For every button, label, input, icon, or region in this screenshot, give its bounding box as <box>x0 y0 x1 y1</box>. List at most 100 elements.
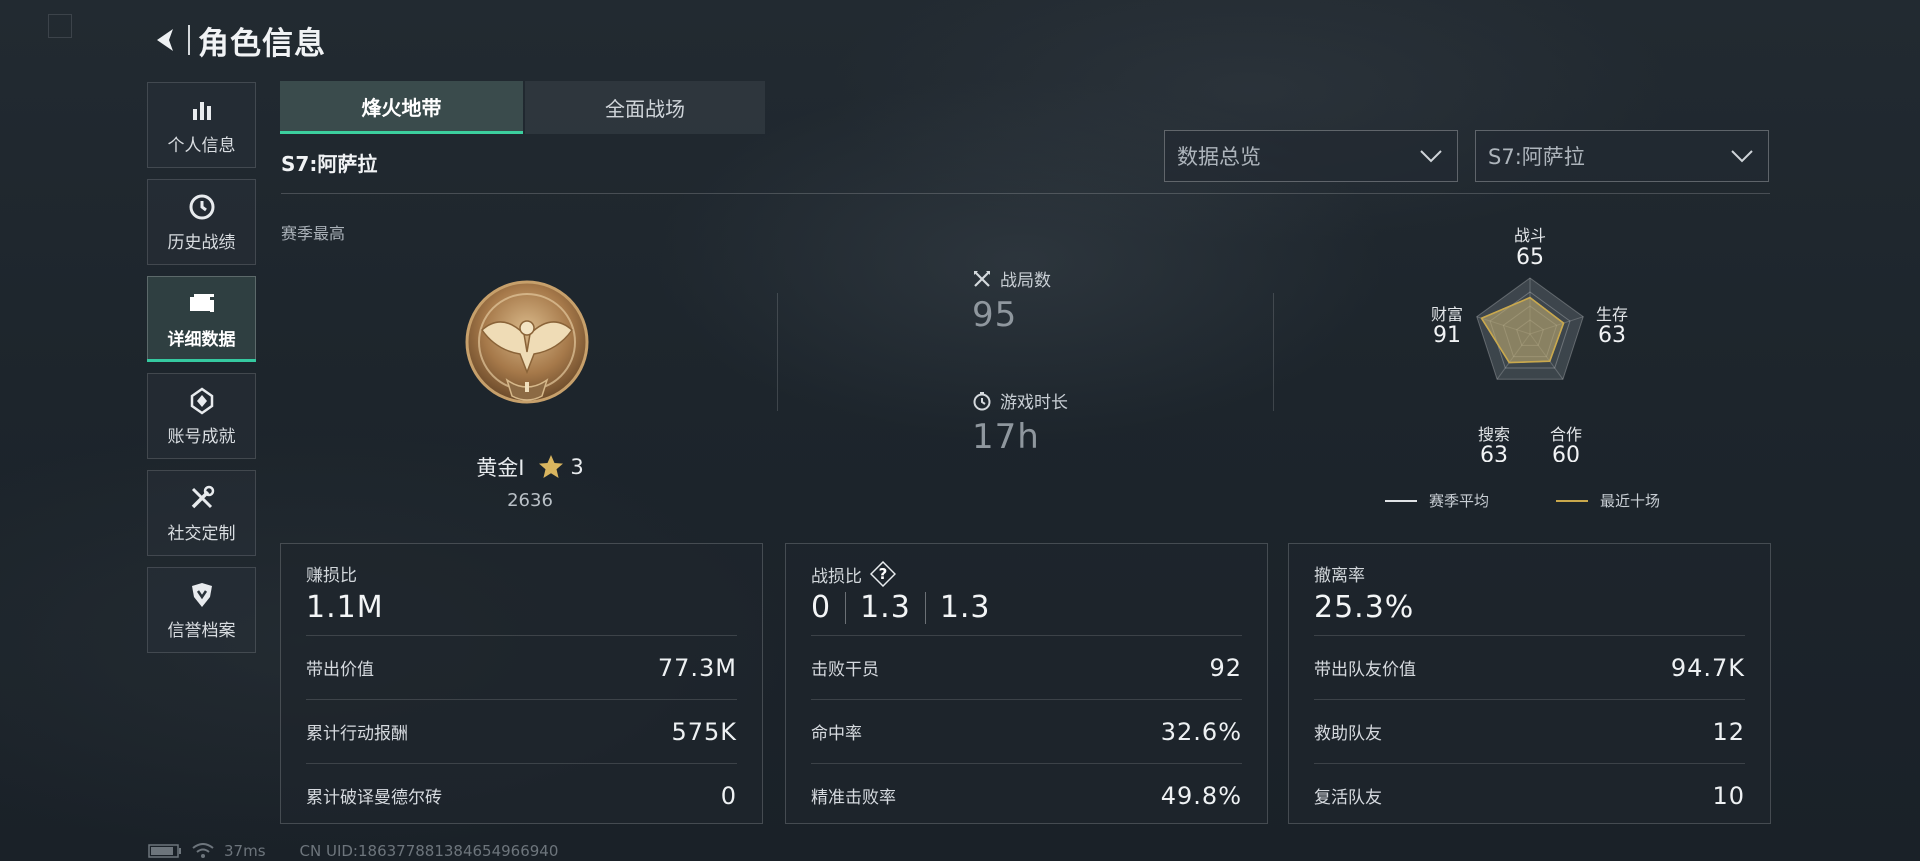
card-main-value: 0 1.3 1.3 <box>811 590 991 625</box>
page-title: 角色信息 <box>198 25 326 62</box>
clock-icon <box>187 192 217 222</box>
legend-recent-ten: 最近十场 <box>1556 490 1660 511</box>
radar-axis-label: 生存 <box>1596 305 1628 324</box>
card-row-label: 累计破译曼德尔砖 <box>306 788 442 808</box>
badge-icon <box>187 386 217 416</box>
value-divider <box>845 591 847 624</box>
stat-playtime: 游戏时长 17h <box>972 388 1068 457</box>
battery-icon <box>148 844 182 858</box>
stopwatch-icon <box>972 391 992 411</box>
tab-full-battlefield[interactable]: 全面战场 <box>525 81 765 134</box>
card-main-value-3: 1.3 <box>939 590 991 625</box>
card-main-value-2: 1.3 <box>860 590 911 625</box>
sidebar-item-achievements[interactable]: 账号成就 <box>147 373 256 459</box>
season-best-label: 赛季最高 <box>281 224 346 243</box>
tools-icon <box>187 483 217 513</box>
card-row: 累计行动报酬 575K <box>306 699 737 763</box>
card-row-value: 32.6% <box>1160 717 1242 746</box>
view-select[interactable]: 数据总览 <box>1164 130 1458 182</box>
status-footer: 37ms CN UID:18637788138465496694​0 <box>148 842 558 860</box>
view-select-value: 数据总览 <box>1177 145 1261 169</box>
star-icon <box>538 454 564 480</box>
card-row-value: 49.8% <box>1160 781 1242 810</box>
help-glyph: ? <box>878 565 888 583</box>
card-row-label: 精准击败率 <box>811 788 896 808</box>
rank-score: 2636 <box>507 490 553 511</box>
uid-text: CN UID:18637788138465496694​0 <box>299 842 559 860</box>
season-title: S7:阿萨拉 <box>281 152 378 176</box>
sidebar-item-social[interactable]: 社交定制 <box>147 470 256 556</box>
card-row-label: 击败干员 <box>811 660 879 680</box>
stat-matches-label: 战局数 <box>1000 271 1051 291</box>
card-title: 战损比 ? <box>811 561 896 587</box>
tab-hazard-zone[interactable]: 烽火地带 <box>280 81 523 134</box>
card-extraction-rate: 撤离率 25.3% 带出队友价值 94.7K 救助队友 12 复活队友 10 <box>1288 543 1771 824</box>
card-main-value-1: 25.3% <box>1314 590 1415 625</box>
card-row: 带出队友价值 94.7K <box>1314 635 1745 699</box>
legend-swatch <box>1556 499 1588 502</box>
divider <box>1273 293 1274 411</box>
sidebar-item-label: 个人信息 <box>167 135 236 156</box>
card-row-label: 复活队友 <box>1314 788 1382 808</box>
card-title-text: 战损比 <box>811 566 862 587</box>
header-divider <box>188 25 190 55</box>
card-row: 救助队友 12 <box>1314 699 1745 763</box>
card-row-value: 77.3M <box>657 653 737 682</box>
stat-matches: 战局数 95 <box>972 266 1051 335</box>
card-row-value: 94.7K <box>1670 653 1745 682</box>
card-row: 命中率 32.6% <box>811 699 1242 763</box>
card-row-label: 命中率 <box>811 724 862 744</box>
sidebar-item-detailed-data[interactable]: 详细数据 <box>147 276 256 362</box>
rank-stars-count: 3 <box>570 455 584 479</box>
card-main-value-1: 1.1M <box>306 590 384 625</box>
sidebar: 个人信息 历史战绩 详细数据 账号成就 社交定制 信誉档案 <box>147 82 256 664</box>
cards-icon <box>187 289 217 319</box>
card-title: 赚损比 <box>306 566 357 586</box>
card-row-value: 0 <box>720 781 737 810</box>
card-row-label: 累计行动报酬 <box>306 724 408 744</box>
sidebar-item-reputation[interactable]: 信誉档案 <box>147 567 256 653</box>
back-button[interactable] <box>148 22 184 58</box>
radar-axis-label: 财富 <box>1431 305 1463 324</box>
card-main-value: 25.3% <box>1314 590 1414 625</box>
sidebar-item-history[interactable]: 历史战绩 <box>147 179 256 265</box>
card-row-label: 带出价值 <box>306 660 374 680</box>
radar-axis-value: 60 <box>1552 443 1580 462</box>
card-row: 复活队友 10 <box>1314 763 1745 827</box>
season-select[interactable]: S7:阿萨拉 <box>1475 130 1769 182</box>
header-divider-line <box>281 193 1770 194</box>
corner-marker <box>48 14 72 38</box>
card-row: 带出价值 77.3M <box>306 635 737 699</box>
chevron-down-icon <box>1731 150 1753 163</box>
season-select-value: S7:阿萨拉 <box>1488 145 1585 169</box>
sidebar-item-label: 账号成就 <box>167 426 236 447</box>
legend-swatch <box>1385 499 1417 502</box>
card-main-value: 1.1M <box>306 590 384 625</box>
page-header: 角色信息 <box>148 20 326 62</box>
sidebar-item-label: 历史战绩 <box>167 232 236 253</box>
legend-season-average: 赛季平均 <box>1385 490 1489 511</box>
chevron-down-icon <box>1420 150 1442 163</box>
value-divider <box>924 591 926 624</box>
stat-playtime-value: 17h <box>972 417 1040 457</box>
help-button[interactable]: ? <box>870 561 896 587</box>
legend-label: 赛季平均 <box>1429 492 1490 510</box>
card-profit-ratio: 赚损比 1.1M 带出价值 77.3M 累计行动报酬 575K 累计破译曼德尔砖… <box>280 543 763 824</box>
divider <box>777 293 778 411</box>
radar-axis-value: 91 <box>1433 323 1461 348</box>
back-arrow-icon <box>157 29 173 51</box>
sidebar-item-personal-info[interactable]: 个人信息 <box>147 82 256 168</box>
latency-text: 37ms <box>224 842 266 860</box>
card-row-value: 12 <box>1712 717 1745 746</box>
card-row-label: 带出队友价值 <box>1314 660 1416 680</box>
card-row-value: 92 <box>1209 653 1242 682</box>
rank-name-row: 黄金I 3 <box>410 452 650 482</box>
mode-tabs: 烽火地带 全面战场 <box>280 81 765 134</box>
rank-emblem-gold-icon <box>465 280 589 404</box>
radar-axis-label: 合作 <box>1550 425 1582 444</box>
radar-axis-value: 63 <box>1480 443 1508 462</box>
radar-axis-label: 搜索 <box>1478 425 1510 444</box>
sidebar-item-label: 社交定制 <box>167 523 236 544</box>
shield-icon <box>187 580 217 610</box>
crossed-swords-icon <box>972 269 992 289</box>
